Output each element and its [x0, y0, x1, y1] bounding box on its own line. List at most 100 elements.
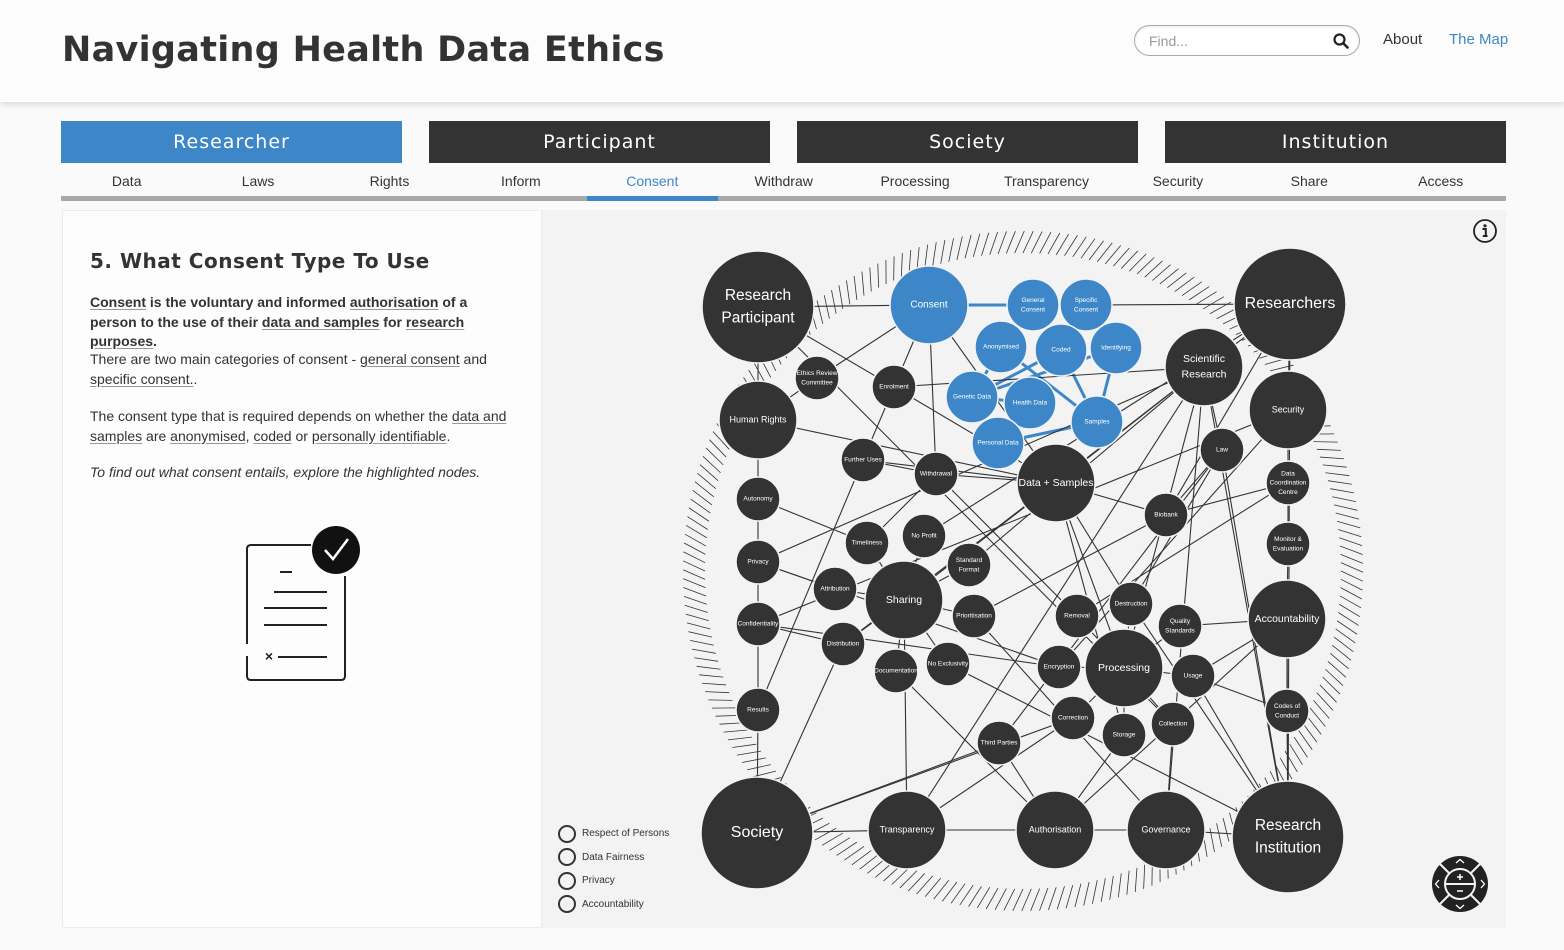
node-usage[interactable]: Usage	[1170, 653, 1216, 699]
node-governance[interactable]: Governance	[1126, 790, 1206, 870]
node-circle[interactable]	[701, 250, 815, 364]
link-general-consent[interactable]: general consent	[360, 351, 460, 367]
link-coded[interactable]: coded	[253, 428, 291, 444]
node-circle[interactable]	[1264, 688, 1310, 734]
node-genetic-data[interactable]: Genetic Data	[945, 370, 999, 424]
node-ethics-review-committee[interactable]: Ethics Review Committee	[794, 355, 840, 401]
link-anonymised[interactable]: anonymised	[170, 428, 246, 444]
category-tab-institution[interactable]: Institution	[1165, 121, 1506, 163]
legend-item-accountability[interactable]: Accountability	[558, 893, 669, 917]
node-correction[interactable]: Correction	[1050, 695, 1096, 741]
search-box[interactable]	[1134, 25, 1360, 56]
ethics-map-panel[interactable]: Research Participant Researchers Society Res…	[542, 210, 1506, 928]
legend-item-privacy[interactable]: Privacy	[558, 869, 669, 893]
node-destruction[interactable]: Destruction	[1108, 581, 1154, 627]
node-researchers[interactable]: Researchers	[1233, 247, 1347, 361]
hatch-tick	[1134, 867, 1138, 892]
node-further-uses[interactable]: Further Uses	[840, 437, 886, 483]
node-circle[interactable]	[1059, 278, 1113, 332]
node-research-participant[interactable]: Research Participant	[701, 250, 815, 364]
node-no-exclusivity[interactable]: No Exclusivity	[925, 641, 971, 687]
node-consent[interactable]: Consent	[889, 265, 969, 345]
hatch-tick	[752, 770, 776, 778]
node-law[interactable]: Law	[1199, 427, 1245, 473]
node-documentation[interactable]: Documentation	[873, 648, 919, 694]
node-authorisation[interactable]: Authorisation	[1015, 790, 1095, 870]
node-prioritisation[interactable]: Prioritisation	[951, 593, 997, 639]
link-specific-consent[interactable]: specific consent.	[90, 371, 194, 387]
node-label: Human Rights	[729, 414, 787, 424]
nav-the-map-link[interactable]: The Map	[1449, 31, 1508, 48]
info-icon[interactable]	[1472, 218, 1498, 244]
map-navigation-control[interactable]	[1431, 855, 1489, 913]
ethics-network-graph[interactable]: Research Participant Researchers Society Res…	[542, 210, 1506, 928]
category-tab-participant[interactable]: Participant	[429, 121, 770, 163]
nav-about-link[interactable]: About	[1383, 31, 1422, 48]
link-data-and-samples[interactable]: data and samples	[262, 314, 380, 330]
node-biobank[interactable]: Biobank	[1143, 492, 1189, 538]
category-tab-researcher[interactable]: Researcher	[61, 121, 402, 163]
link-personally-identifiable[interactable]: personally identifiable	[312, 428, 447, 444]
legend-toggle-icon[interactable]	[558, 824, 576, 843]
node-anonymised[interactable]: Anonymised	[974, 320, 1028, 374]
legend-toggle-icon[interactable]	[558, 871, 576, 890]
node-circle[interactable]	[946, 542, 992, 588]
node-label: Samples	[1084, 419, 1110, 426]
node-monitor-evaluation[interactable]: Monitor & Evaluation	[1265, 521, 1311, 567]
node-circle[interactable]	[794, 355, 840, 401]
node-withdrawal[interactable]: Withdrawal	[913, 451, 959, 497]
legend-item-respect-of-persons[interactable]: Respect of Persons	[558, 822, 669, 846]
node-attribution[interactable]: Attribution	[812, 566, 858, 612]
search-input[interactable]	[1149, 31, 1319, 51]
node-timeliness[interactable]: Timeliness	[844, 520, 890, 566]
node-standard-format[interactable]: Standard Format	[946, 542, 992, 588]
hatch-tick	[869, 267, 872, 292]
hatch-tick	[694, 657, 719, 662]
node-specific-consent[interactable]: Specific Consent	[1059, 278, 1113, 332]
node-confidentiality[interactable]: Confidentiality	[735, 601, 781, 647]
node-storage[interactable]: Storage	[1101, 712, 1147, 758]
node-results[interactable]: Results	[735, 687, 781, 733]
node-transparency[interactable]: Transparency	[867, 790, 947, 870]
node-circle[interactable]	[1231, 780, 1345, 894]
legend-toggle-icon[interactable]	[558, 848, 576, 867]
node-processing[interactable]: Processing	[1084, 628, 1164, 708]
node-third-parties[interactable]: Third Parties	[976, 720, 1022, 766]
node-general-consent[interactable]: General Consent	[1006, 278, 1060, 332]
node-coded[interactable]: Coded	[1034, 323, 1088, 377]
node-circle[interactable]	[1006, 278, 1060, 332]
node-society[interactable]: Society	[700, 776, 814, 890]
node-identifying[interactable]: Identifying	[1089, 321, 1143, 375]
node-scientific-research[interactable]: Scientific Research	[1164, 327, 1244, 407]
node-personal-data[interactable]: Personal Data	[971, 416, 1025, 470]
node-encryption[interactable]: Encryption	[1036, 644, 1082, 690]
node-circle[interactable]	[1265, 521, 1311, 567]
node-quality-standards[interactable]: Quality Standards	[1157, 603, 1203, 649]
category-tab-society[interactable]: Society	[797, 121, 1138, 163]
node-sharing[interactable]: Sharing	[864, 560, 944, 640]
node-label: Centre	[1278, 489, 1298, 496]
node-enrolment[interactable]: Enrolment	[871, 364, 917, 410]
node-security[interactable]: Security	[1248, 370, 1328, 450]
node-circle[interactable]	[1157, 603, 1203, 649]
node-removal[interactable]: Removal	[1054, 593, 1100, 639]
legend-item-data-fairness[interactable]: Data Fairness	[558, 846, 669, 870]
node-autonomy[interactable]: Autonomy	[735, 476, 781, 522]
node-research-institution[interactable]: Research Institution	[1231, 780, 1345, 894]
node-human-rights[interactable]: Human Rights	[718, 380, 798, 460]
node-data-samples[interactable]: Data + Samples	[1016, 443, 1096, 523]
node-distribution[interactable]: Distribution	[820, 621, 866, 667]
node-label: Standards	[1165, 627, 1195, 634]
search-icon[interactable]	[1333, 33, 1349, 49]
node-accountability[interactable]: Accountability	[1247, 579, 1327, 659]
node-data-coordination-centre[interactable]: Data Coordination Centre	[1265, 460, 1311, 506]
node-samples[interactable]: Samples	[1070, 395, 1124, 449]
node-codes-of-conduct[interactable]: Codes of Conduct	[1264, 688, 1310, 734]
node-no-profit[interactable]: No Profit	[901, 513, 947, 559]
legend-toggle-icon[interactable]	[558, 895, 576, 914]
node-circle[interactable]	[1164, 327, 1244, 407]
link-consent[interactable]: Consent	[90, 294, 146, 310]
node-collection[interactable]: Collection	[1150, 701, 1196, 747]
node-privacy[interactable]: Privacy	[735, 539, 781, 585]
link-authorisation[interactable]: authorisation	[350, 294, 439, 310]
